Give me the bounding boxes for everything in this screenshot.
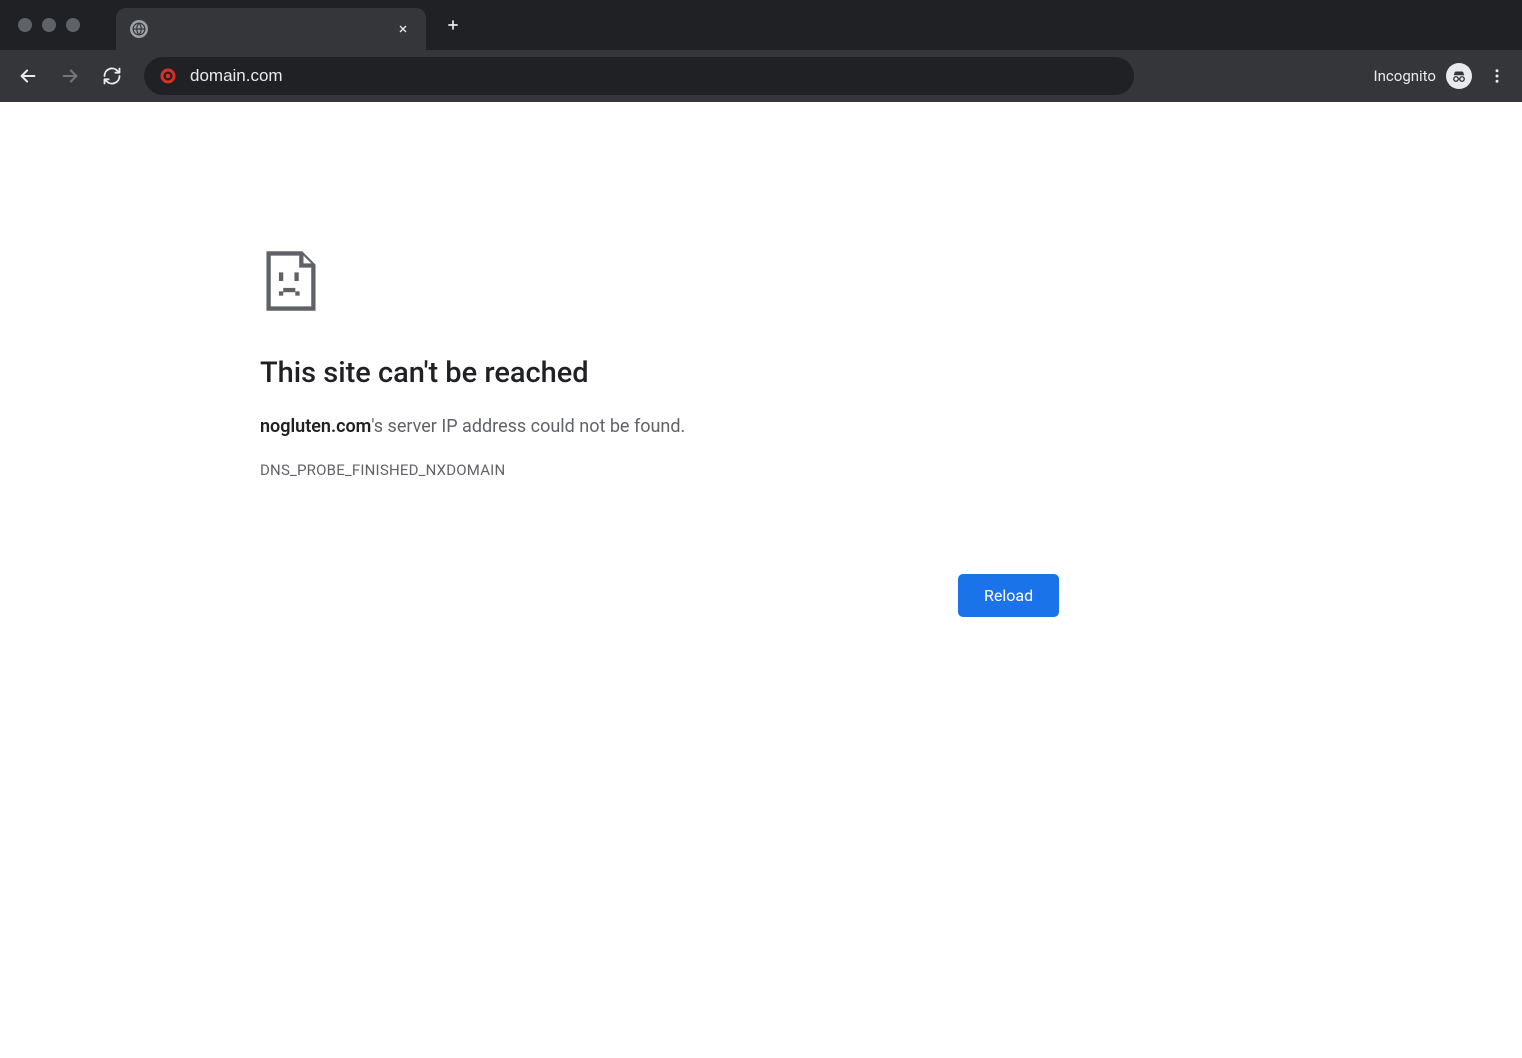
close-tab-button[interactable]	[394, 20, 412, 38]
address-bar[interactable]	[144, 57, 1134, 95]
tabstrip	[116, 0, 468, 50]
window-minimize-button[interactable]	[42, 18, 56, 32]
error-title: This site can't be reached	[260, 356, 1060, 390]
error-block: This site can't be reached nogluten.com'…	[260, 250, 1060, 479]
error-message-suffix: 's server IP address could not be found.	[371, 416, 685, 437]
page-content: This site can't be reached nogluten.com'…	[0, 102, 1522, 1058]
window-maximize-button[interactable]	[66, 18, 80, 32]
toolbar-right: Incognito	[1374, 61, 1512, 91]
error-code: DNS_PROBE_FINISHED_NXDOMAIN	[260, 461, 1060, 479]
back-button[interactable]	[10, 58, 46, 94]
toolbar: Incognito	[0, 50, 1522, 102]
address-input[interactable]	[190, 66, 1120, 86]
window-close-button[interactable]	[18, 18, 32, 32]
site-info-icon[interactable]	[158, 66, 178, 86]
kebab-menu-button[interactable]	[1482, 61, 1512, 91]
forward-button[interactable]	[52, 58, 88, 94]
incognito-icon[interactable]	[1446, 63, 1472, 89]
sad-page-icon	[260, 250, 322, 312]
incognito-label: Incognito	[1374, 67, 1436, 85]
reload-button[interactable]: Reload	[958, 574, 1059, 617]
error-domain: nogluten.com	[260, 416, 371, 437]
window-controls	[8, 18, 88, 32]
titlebar	[0, 0, 1522, 50]
globe-icon	[130, 20, 148, 38]
reload-nav-button[interactable]	[94, 58, 130, 94]
error-message: nogluten.com's server IP address could n…	[260, 416, 1060, 437]
browser-tab[interactable]	[116, 8, 426, 50]
new-tab-button[interactable]	[438, 10, 468, 40]
